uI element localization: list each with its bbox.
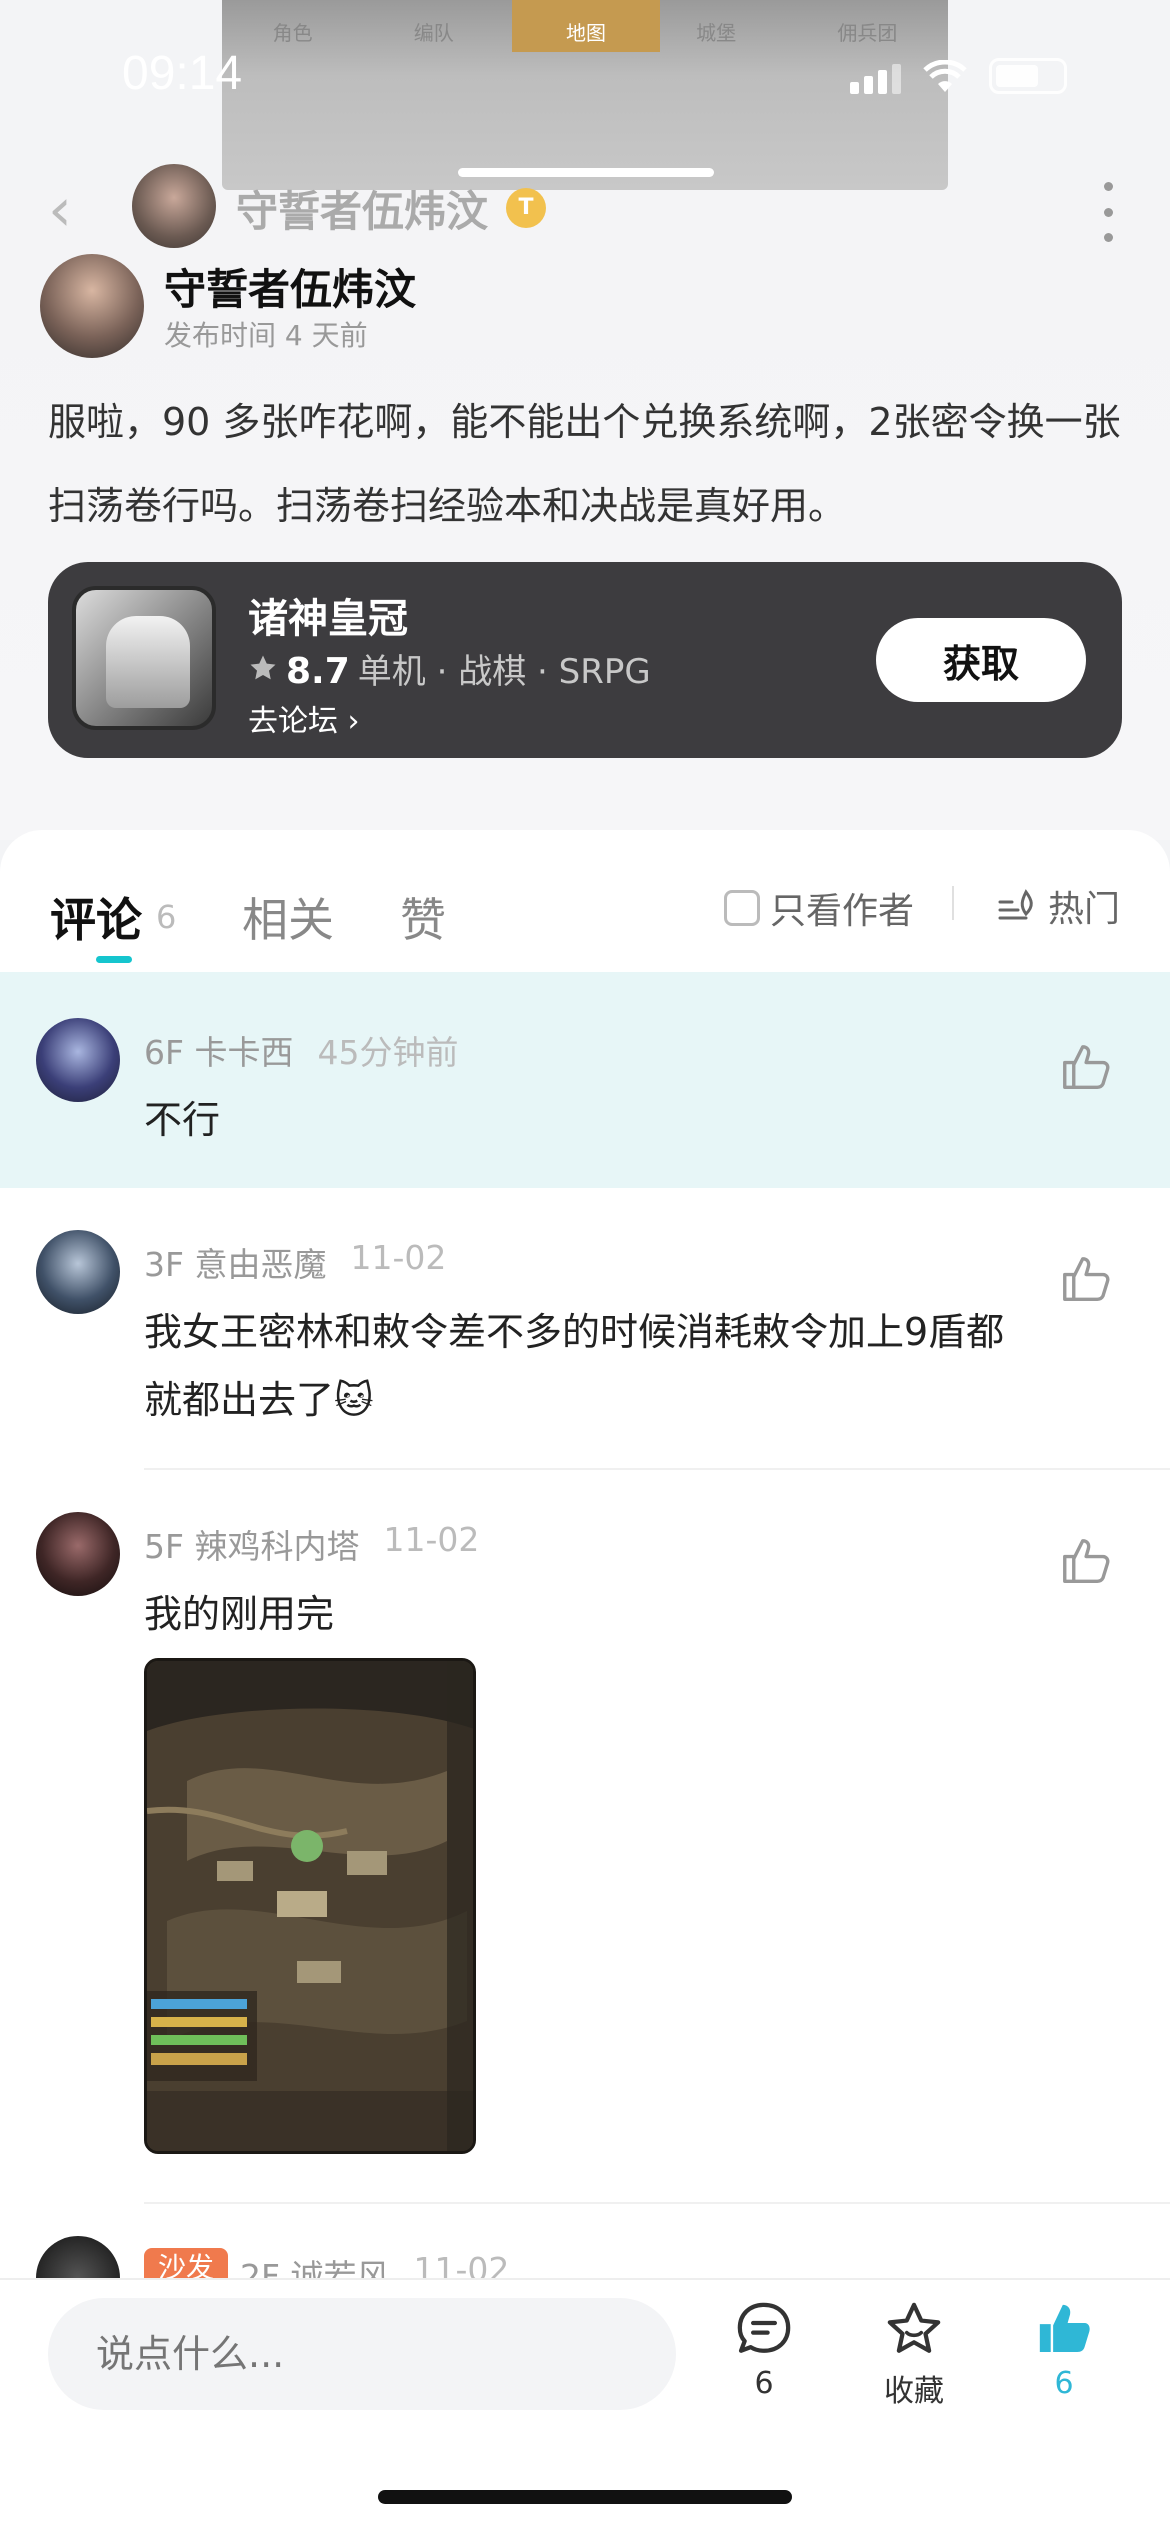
post-text: 服啦，90 多张咋花啊，能不能出个兑换系统啊，2张密令换一张扫荡卷行吗。扫荡卷扫… [48,400,1121,528]
like-icon[interactable] [1058,1534,1112,1588]
comment-bubble-icon [737,2302,791,2353]
comment-header: 3F 意由恶魔 11-02 [144,1238,446,1286]
comment-count: 6 [156,898,177,936]
favorite-label: 收藏 [884,2374,944,2409]
battery-icon [989,58,1067,94]
app-meta: 8.7 单机 · 战棋 · SRPG [248,644,651,693]
tab-likes[interactable]: 赞 [400,884,446,950]
author-avatar[interactable] [40,254,144,358]
app-tags: 单机 · 战棋 · SRPG [357,652,651,692]
game-tab: 城堡 [696,21,737,45]
chevron-right-icon: › [347,704,360,739]
comment-time: 11-02 [350,1238,447,1277]
forum-link[interactable]: 去论坛 › [248,696,360,740]
only-author-label: 只看作者 [770,891,915,932]
favorite-button[interactable]: 收藏 [864,2300,964,2410]
sort-icon [998,889,1033,920]
sort-label: 热门 [1048,889,1121,930]
comment-floor: 5F [144,1527,184,1566]
comment-time: 45分钟前 [317,1033,459,1072]
comment-username: 意由恶魔 [194,1245,327,1284]
star-icon [250,655,276,680]
comment-user[interactable]: 5F 辣鸡科内塔 [144,1520,359,1568]
game-map-image [147,1661,473,2151]
comment-text: 我的刚用完 [144,1592,335,1636]
comment-text: 不行 [144,1098,221,1142]
verified-badge-icon: T [506,188,546,228]
comment-text-content: 我女王密林和敕令差不多的时候消耗敕令加上9盾都就都出去了 [144,1310,1005,1422]
game-banner: 角色 编队 地图 城堡 佣兵团 地图 [222,0,948,190]
wifi-icon [923,60,967,92]
tab-comments[interactable]: 评论 [50,884,142,950]
comment-floor: 3F [144,1245,184,1284]
comments-button[interactable]: 6 [714,2300,814,2401]
comment-avatar[interactable] [36,1230,120,1314]
signal-icon [850,64,901,94]
comments-count-label: 6 [754,2366,774,2401]
comment-user[interactable]: 6F 卡卡西 [144,1026,293,1074]
only-author-checkbox[interactable] [724,890,760,926]
comment-username: 辣鸡科内塔 [194,1527,360,1566]
comment-item[interactable]: 3F 意由恶魔 11-02 我女王密林和敕令差不多的时候消耗敕令加上9盾都就都出… [0,1188,1170,1470]
banner-handle [458,168,714,177]
like-icon[interactable] [1058,1040,1112,1094]
tab-related[interactable]: 相关 [242,884,334,950]
star-outline-icon [887,2302,941,2353]
active-tab-indicator [96,956,132,963]
more-icon[interactable] [1104,182,1116,242]
divider [952,886,954,920]
like-button[interactable]: 6 [1014,2300,1114,2401]
thumbs-up-filled-icon [1039,2304,1090,2352]
comment-avatar[interactable] [36,1512,120,1596]
comment-user[interactable]: 3F 意由恶魔 [144,1238,326,1286]
forum-link-label: 去论坛 [248,704,338,739]
comment-time: 11-02 [383,1520,480,1559]
cat-emoji-icon: 🐱 [334,1378,374,1422]
author-name[interactable]: 守誓者伍炜汶 [164,256,416,317]
post-time: 发布时间 4 天前 [164,319,368,352]
app-score: 8.7 [286,651,350,692]
status-time: 09:14 [122,47,243,100]
like-count-label: 6 [1054,2366,1074,2401]
comment-divider [144,2202,1170,2204]
like-icon[interactable] [1058,1252,1112,1306]
comment-avatar[interactable] [36,1018,120,1102]
sort-button[interactable]: 热门 [996,880,1120,932]
app-title[interactable]: 诸神皇冠 [248,586,408,644]
app-icon[interactable] [72,586,216,730]
get-button[interactable]: 获取 [876,618,1086,702]
back-icon[interactable]: ‹ [48,180,88,240]
game-tab: 角色 [272,21,313,45]
only-author-toggle[interactable]: 只看作者 [724,882,914,934]
game-tab: 佣兵团 [837,21,898,45]
game-tab-active: 地图 [512,0,660,52]
comment-image[interactable] [144,1658,476,2154]
comment-input[interactable] [48,2298,676,2410]
nav-title[interactable]: 守誓者伍炜汶 [236,178,488,239]
game-tab: 编队 [413,21,454,45]
status-icons [850,58,1067,94]
comment-header: 5F 辣鸡科内塔 11-02 [144,1520,479,1568]
comment-text: 我女王密林和敕令差不多的时候消耗敕令加上9盾都就都出去了🐱 [144,1298,1024,1434]
nav-avatar[interactable] [132,164,216,248]
comment-header: 6F 卡卡西 45分钟前 [144,1026,458,1074]
comment-username: 卡卡西 [194,1033,294,1072]
home-indicator [378,2490,792,2504]
comment-item[interactable]: 6F 卡卡西 45分钟前 不行 [0,972,1170,1188]
comment-floor: 6F [144,1033,184,1072]
